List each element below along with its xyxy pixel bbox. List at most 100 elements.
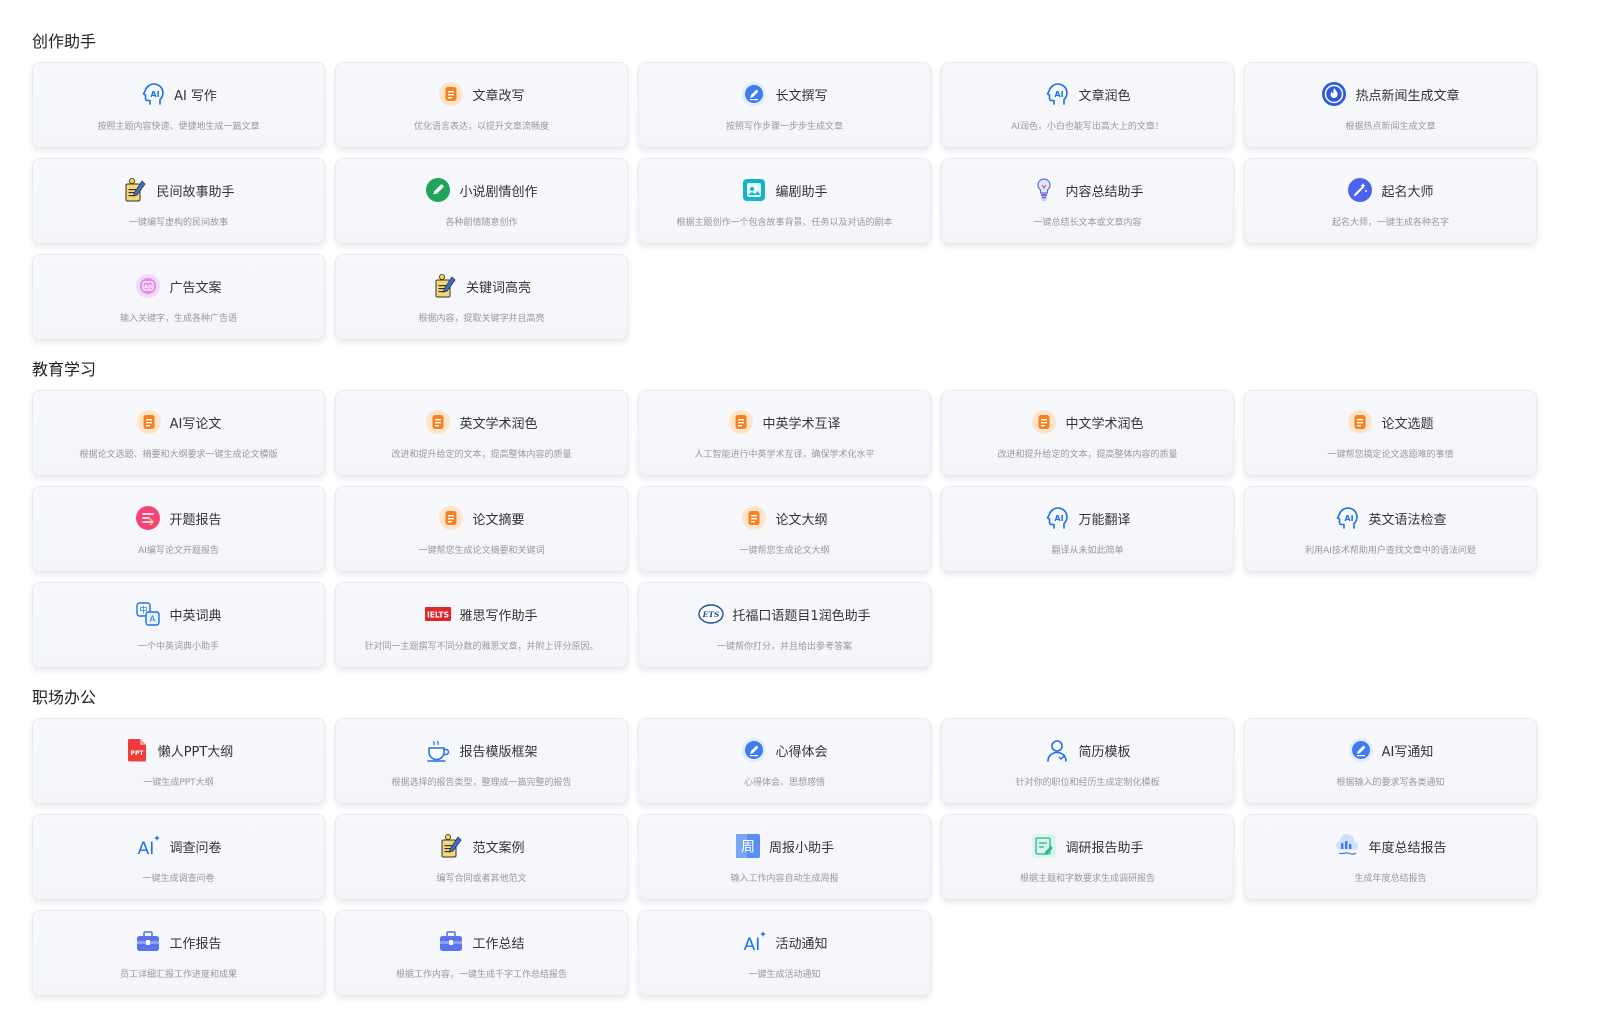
doc-orange-icon [425,409,451,435]
card-description: 改进和提升给定的文本，提高整体内容的质量 [391,450,572,460]
pen-blue-icon [741,81,767,107]
section-title: 创作助手 [32,32,97,51]
ets-icon: ETS [698,601,725,627]
tool-card[interactable]: 工作报告 员工详细汇报工作进度和成果 [32,910,325,996]
card-title: 编剧助手 [775,184,828,200]
tool-card[interactable]: 论文大纲 一键帮您生成论文大纲 [638,486,931,572]
card-description: 根据选择的报告类型，整理成一篇完整的报告 [391,778,572,788]
year-summary-icon [1334,833,1360,859]
card-header: 起名大师 [1347,175,1434,205]
tool-card[interactable]: AD 广告文案 输入关键字，生成各种广告语 [32,254,325,340]
tool-card[interactable]: 文章改写 优化语言表达，以提升文章流畅度 [335,62,628,148]
tool-card[interactable]: 中英学术互译 人工智能进行中英学术互译，确保学术化水平 [638,390,931,476]
svg-text:AI: AI [1055,90,1064,99]
card-title: 懒人PPT大纲 [157,744,234,760]
card-header: AI 调查问卷 [135,831,222,861]
ad-purple-icon: AD [135,273,161,299]
tool-card[interactable]: 工作总结 根据工作内容，一键生成千字工作总结报告 [335,910,628,996]
tool-card[interactable]: 中文学术润色 改进和提升给定的文本，提高整体内容的质量 [941,390,1234,476]
card-title: 英文语法检查 [1368,512,1447,528]
tool-card[interactable]: 心得体会 心得体会、思想感悟 [638,718,931,804]
card-header: 民间故事助手 [122,175,235,205]
card-title: 雅思写作助手 [459,608,538,624]
card-title: 开题报告 [169,512,222,528]
tool-card[interactable]: 小说剧情创作 各种剧情随意创作 [335,158,628,244]
card-title: 文章改写 [472,88,525,104]
tool-card[interactable]: 民间故事助手 一键编写虚构的民间故事 [32,158,325,244]
tool-card[interactable]: 长文撰写 按照写作步骤一步步生成文章 [638,62,931,148]
tool-card[interactable]: AI 万能翻译 翻译从未如此简单 [941,486,1234,572]
card-header: 英文学术润色 [425,407,538,437]
card-description: 翻译从未如此简单 [1051,546,1124,556]
card-description: 一键总结长文本或文章内容 [1033,218,1142,228]
svg-text:PPT: PPT [130,750,144,757]
tool-card[interactable]: 起名大师 起名大师，一键生成各种名字 [1244,158,1537,244]
card-header: 热点新闻生成文章 [1321,79,1460,109]
card-header: 内容总结助手 [1031,175,1144,205]
card-header: 工作总结 [438,927,525,957]
card-header: 心得体会 [741,735,828,765]
tool-card[interactable]: AI AI 写作 按照主题内容快速、便捷地生成一篇文章 [32,62,325,148]
card-description: 针对同一主题撰写不同分数的雅思文章，并附上评分原因。 [364,642,599,652]
card-header: 中 A 中英词典 [135,599,222,629]
tool-card[interactable]: 内容总结助手一键总结长文本或文章内容 [941,158,1234,244]
tool-card[interactable]: 简历模板 针对你的职位和经历生成定制化模板 [941,718,1234,804]
tool-card[interactable]: PPT 懒人PPT大纲 一键生成PPT大纲 [32,718,325,804]
card-description: 员工详细汇报工作进度和成果 [119,970,237,980]
tool-card[interactable]: AI 英文语法检查 利用AI技术帮助用户查找文章中的语法问题 [1244,486,1537,572]
card-description: 输入关键字，生成各种广告语 [119,314,237,324]
svg-text:AI: AI [150,90,159,99]
ai-head-icon: AI [140,81,166,107]
doc-orange-icon [136,409,162,435]
tool-card[interactable]: IELTS 雅思写作助手 针对同一主题撰写不同分数的雅思文章，并附上评分原因。 [335,582,628,668]
tool-card[interactable]: 论文选题 一键帮您搞定论文选题难的事情 [1244,390,1537,476]
card-title: 范文案例 [472,840,525,856]
svg-text:ETS: ETS [702,610,720,619]
card-header: 论文大纲 [741,503,828,533]
card-header: AI 英文语法检查 [1334,503,1447,533]
tool-card[interactable]: 开题报告 AI编写论文开题报告 [32,486,325,572]
card-header: AI写论文 [136,407,221,437]
card-title: 托福口语题目1润色助手 [732,608,871,624]
card-description: 各种剧情随意创作 [445,218,518,228]
tool-card[interactable]: 报告模版框架根据选择的报告类型，整理成一篇完整的报告 [335,718,628,804]
tool-card[interactable]: 年度总结报告 生成年度总结报告 [1244,814,1537,900]
card-title: 论文大纲 [775,512,828,528]
tool-card[interactable]: 周周报小助手 输入工作内容自动生成周报 [638,814,931,900]
tool-card[interactable]: AI 活动通知 一键生成活动通知 [638,910,931,996]
card-title: 民间故事助手 [156,184,235,200]
card-title: 调研报告助手 [1065,840,1144,856]
card-title: 年度总结报告 [1368,840,1447,856]
tool-card[interactable]: AI 调查问卷 一键生成调查问卷 [32,814,325,900]
card-description: 根据内容，提取关键字并且高亮 [418,314,545,324]
tool-card[interactable]: 英文学术润色改进和提升给定的文本，提高整体内容的质量 [335,390,628,476]
card-description: 一键帮你打分，并且给出参考答案 [716,642,852,652]
card-header: 报告模版框架 [425,735,538,765]
tool-card[interactable]: 中 A 中英词典 一个中英词典小助手 [32,582,325,668]
doc-orange-icon [438,81,464,107]
dictionary-icon: 中A [135,601,161,627]
tool-card[interactable]: AI写论文 根据论文选题、摘要和大纲要求一键生成论文模版 [32,390,325,476]
tool-card[interactable]: 编剧助手 根据主题创作一个包含故事背景、任务以及对话的剧本 [638,158,931,244]
pen-green-icon [425,177,451,203]
tool-card[interactable]: AI写通知 根据输入的要求写各类通知 [1244,718,1537,804]
tool-card[interactable]: 论文摘要 一键帮您生成论文摘要和关键词 [335,486,628,572]
card-header: 调研报告助手 [1031,831,1144,861]
week-icon: 周 [735,833,761,859]
tool-card[interactable]: 热点新闻生成文章 根据热点新闻生成文章 [1244,62,1537,148]
tool-card[interactable]: 调研报告助手 根据主题和字数要求生成调研报告 [941,814,1234,900]
ai-head-icon: AI [1044,81,1070,107]
survey-icon [1031,833,1057,859]
svg-text:AD: AD [144,284,152,290]
tool-card[interactable]: ETS 托福口语题目1润色助手一键帮你打分，并且给出参考答案 [638,582,931,668]
card-title: 长文撰写 [775,88,828,104]
briefcase-icon [438,929,464,955]
notepad-bulb-icon [438,833,464,859]
tool-card[interactable]: 范文案例 编写合同或者其他范文 [335,814,628,900]
card-description: 根据输入的要求写各类通知 [1336,778,1445,788]
tool-card[interactable]: 关键词高亮 根据内容，提取关键字并且高亮 [335,254,628,340]
card-description: 一键帮您生成论文摘要和关键词 [418,546,545,556]
card-header: 年度总结报告 [1334,831,1447,861]
tool-card[interactable]: AI 文章润色 AI润色，小白也能写出高大上的文章！ [941,62,1234,148]
card-header: 论文选题 [1347,407,1434,437]
